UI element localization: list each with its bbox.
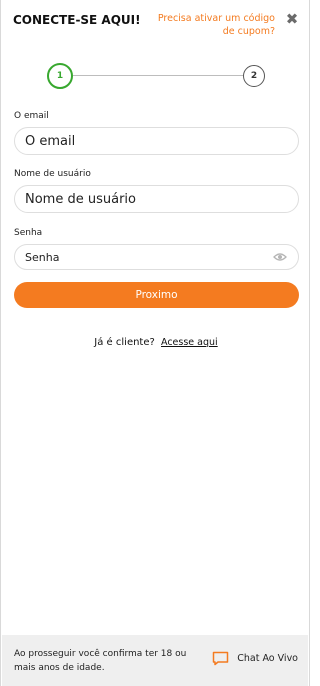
signup-panel: CONECTE-SE AQUI! Precisa ativar um códig… bbox=[0, 0, 310, 686]
password-label: Senha bbox=[14, 228, 43, 238]
close-icon[interactable]: ✖ bbox=[285, 12, 299, 27]
login-prompt: Já é cliente? Acesse aqui bbox=[1, 337, 311, 348]
chat-bubble-icon bbox=[213, 651, 229, 665]
password-field[interactable] bbox=[14, 244, 299, 270]
step-1: 1 bbox=[47, 63, 73, 89]
live-chat-button[interactable]: Chat Ao Vivo bbox=[212, 649, 298, 667]
email-field[interactable] bbox=[14, 127, 299, 155]
next-button[interactable]: Proximo bbox=[14, 282, 299, 308]
username-label: Nome de usuário bbox=[14, 169, 91, 179]
step-2: 2 bbox=[243, 65, 265, 87]
footer: Ao prosseguir você confirma ter 18 ou ma… bbox=[2, 635, 308, 686]
chat-label: Chat Ao Vivo bbox=[237, 652, 298, 664]
eye-icon[interactable] bbox=[273, 251, 287, 263]
progress-stepper: 1 2 bbox=[47, 63, 265, 89]
email-label: O email bbox=[14, 111, 49, 121]
stepper-line bbox=[73, 75, 243, 76]
coupon-code-link[interactable]: Precisa ativar um código de cupom? bbox=[155, 12, 275, 38]
page-title: CONECTE-SE AQUI! bbox=[13, 13, 141, 27]
login-link[interactable]: Acesse aqui bbox=[161, 337, 218, 348]
username-field[interactable] bbox=[14, 185, 299, 213]
age-notice: Ao prosseguir você confirma ter 18 ou ma… bbox=[14, 649, 187, 673]
header: CONECTE-SE AQUI! Precisa ativar um códig… bbox=[13, 12, 299, 42]
login-prompt-text: Já é cliente? bbox=[94, 337, 155, 348]
